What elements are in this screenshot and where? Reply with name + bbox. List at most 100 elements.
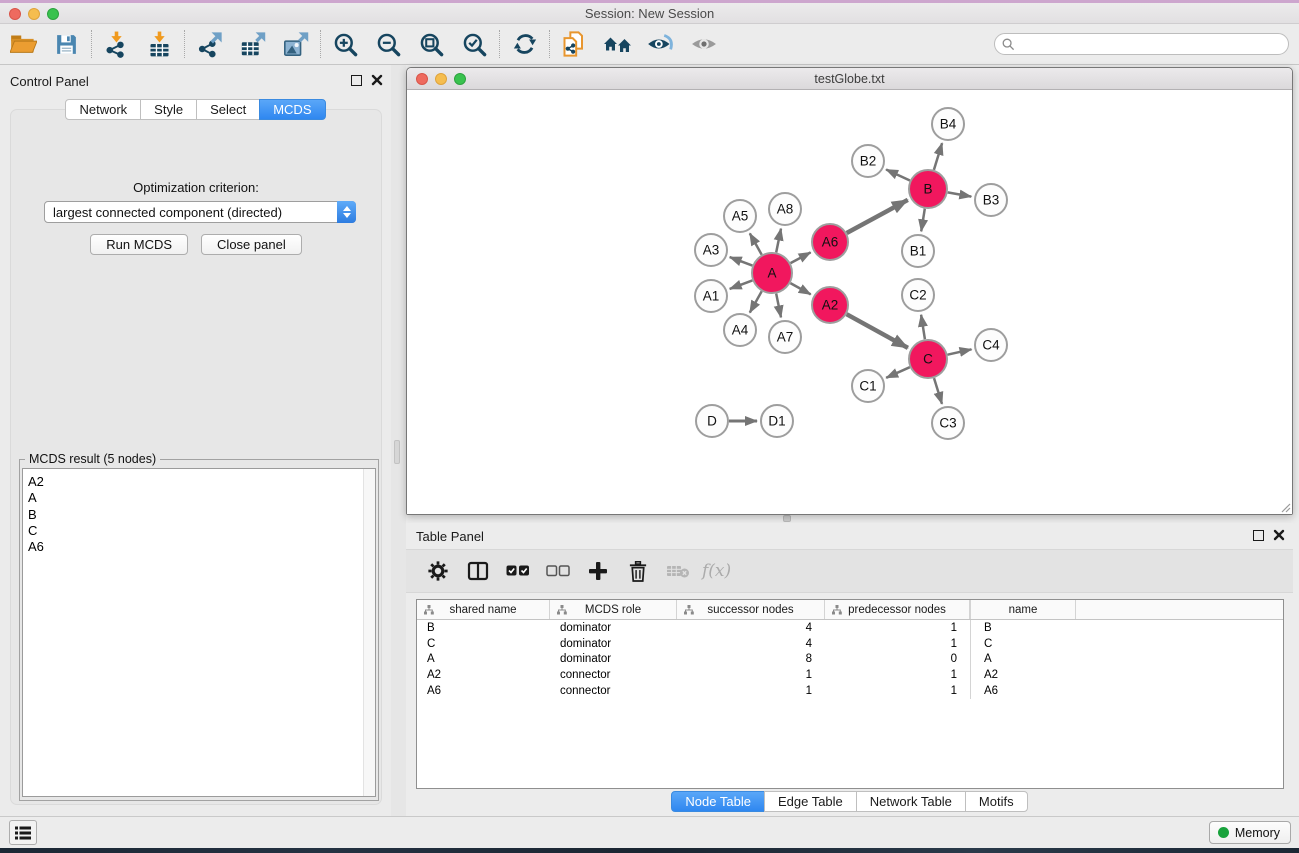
edge-C-C1[interactable] [886, 367, 910, 378]
resize-grip-icon[interactable] [1279, 501, 1291, 513]
show-column-button[interactable] [458, 554, 498, 588]
close-panel-button[interactable]: Close panel [201, 234, 302, 255]
edge-B-B4[interactable] [934, 143, 942, 170]
search-input[interactable] [1019, 35, 1288, 53]
show-panels-button[interactable] [9, 820, 37, 845]
edge-A6-B[interactable] [847, 200, 908, 233]
zoom-fit-button[interactable] [410, 28, 453, 60]
edge-C-C3[interactable] [934, 378, 942, 404]
edge-A-A8[interactable] [776, 229, 781, 253]
zoom-in-button[interactable] [324, 28, 367, 60]
table-row[interactable]: A6connector11A6 [417, 683, 1283, 699]
cell-name[interactable]: C [970, 636, 1076, 652]
cell-predecessor-nodes[interactable]: 0 [825, 652, 970, 668]
cell-successor-nodes[interactable]: 4 [677, 620, 825, 636]
edge-A-A6[interactable] [791, 252, 811, 263]
tab-network-table[interactable]: Network Table [856, 791, 966, 812]
tab-motifs[interactable]: Motifs [965, 791, 1028, 812]
hide-details-button[interactable] [682, 28, 725, 60]
optimization-criterion-dropdown[interactable]: largest connected component (directed) [44, 201, 356, 223]
column-header-MCDS-role[interactable]: MCDS role [550, 600, 677, 619]
cell-successor-nodes[interactable]: 4 [677, 636, 825, 652]
save-session-button[interactable] [45, 28, 88, 60]
cell-name[interactable]: B [970, 620, 1076, 636]
edge-A-A7[interactable] [776, 294, 781, 318]
mcds-result-list[interactable]: A2ABCA6 [22, 468, 376, 797]
function-builder-button[interactable]: f(x) [702, 561, 731, 581]
cell-shared-name[interactable]: A2 [417, 667, 550, 683]
home-view-button[interactable] [596, 28, 639, 60]
column-header-shared-name[interactable]: shared name [417, 600, 550, 619]
cell-MCDS-role[interactable]: connector [550, 683, 677, 699]
column-header-successor-nodes[interactable]: successor nodes [677, 600, 825, 619]
import-network-button[interactable] [95, 28, 138, 60]
create-column-button[interactable] [578, 554, 618, 588]
tab-mcds[interactable]: MCDS [259, 99, 325, 120]
edge-B-B3[interactable] [948, 192, 972, 196]
mcds-result-item[interactable]: A2 [28, 474, 375, 490]
cell-predecessor-nodes[interactable]: 1 [825, 683, 970, 699]
cell-shared-name[interactable]: A6 [417, 683, 550, 699]
clone-network-button[interactable] [553, 28, 596, 60]
cell-predecessor-nodes[interactable]: 1 [825, 636, 970, 652]
edge-A-A1[interactable] [730, 280, 753, 289]
mcds-list-scrollbar[interactable] [363, 469, 375, 796]
tab-style[interactable]: Style [140, 99, 197, 120]
edge-A-A3[interactable] [730, 257, 753, 266]
edge-B-B2[interactable] [886, 170, 910, 181]
edge-A-A2[interactable] [790, 283, 810, 294]
close-panel-icon[interactable] [371, 74, 383, 86]
cell-name[interactable]: A6 [970, 683, 1076, 699]
deselect-all-button[interactable] [538, 554, 578, 588]
table-row[interactable]: A2connector11A2 [417, 667, 1283, 683]
cell-MCDS-role[interactable]: dominator [550, 652, 677, 668]
cell-MCDS-role[interactable]: dominator [550, 620, 677, 636]
tab-edge-table[interactable]: Edge Table [764, 791, 857, 812]
cell-successor-nodes[interactable]: 1 [677, 667, 825, 683]
cell-name[interactable]: A2 [970, 667, 1076, 683]
table-options-button[interactable] [418, 554, 458, 588]
open-session-button[interactable] [2, 28, 45, 60]
refresh-button[interactable] [503, 28, 546, 60]
edge-C-C4[interactable] [948, 349, 972, 354]
horizontal-splitter-handle[interactable] [783, 515, 791, 522]
zoom-out-button[interactable] [367, 28, 410, 60]
select-all-button[interactable] [498, 554, 538, 588]
mcds-result-item[interactable]: A [28, 490, 375, 506]
close-table-panel-icon[interactable] [1273, 529, 1285, 541]
tab-select[interactable]: Select [196, 99, 260, 120]
column-header-predecessor-nodes[interactable]: predecessor nodes [825, 600, 970, 619]
cell-shared-name[interactable]: C [417, 636, 550, 652]
cell-MCDS-role[interactable]: dominator [550, 636, 677, 652]
delete-column-button[interactable] [618, 554, 658, 588]
float-table-panel-icon[interactable] [1253, 530, 1264, 541]
tab-node-table[interactable]: Node Table [671, 791, 765, 812]
cell-name[interactable]: A [970, 652, 1076, 668]
cell-shared-name[interactable]: A [417, 652, 550, 668]
edge-A-A4[interactable] [750, 291, 762, 312]
edge-C-C2[interactable] [921, 315, 925, 339]
cell-shared-name[interactable]: B [417, 620, 550, 636]
edge-A-A5[interactable] [750, 233, 762, 254]
cell-successor-nodes[interactable]: 8 [677, 652, 825, 668]
network-window-titlebar[interactable]: testGlobe.txt [407, 68, 1292, 90]
network-graph[interactable]: AA1A2A3A4A5A6A7A8BB1B2B3B4CC1C2C3C4DD1 [407, 90, 1292, 514]
splitter-handle[interactable] [394, 440, 400, 464]
table-row[interactable]: Bdominator41B [417, 620, 1283, 636]
edge-A2-C[interactable] [847, 314, 908, 348]
edge-B-B1[interactable] [921, 209, 925, 232]
memory-button[interactable]: Memory [1209, 821, 1291, 844]
vertical-splitter[interactable] [391, 65, 406, 816]
toggle-graphics-details-button[interactable] [639, 28, 682, 60]
run-mcds-button[interactable]: Run MCDS [90, 234, 188, 255]
tab-network[interactable]: Network [65, 99, 141, 120]
export-table-button[interactable] [231, 28, 274, 60]
cell-successor-nodes[interactable]: 1 [677, 683, 825, 699]
network-canvas[interactable]: AA1A2A3A4A5A6A7A8BB1B2B3B4CC1C2C3C4DD1 [407, 90, 1292, 514]
import-table-button[interactable] [138, 28, 181, 60]
mcds-result-item[interactable]: C [28, 523, 375, 539]
zoom-selected-button[interactable] [453, 28, 496, 60]
column-header-name[interactable]: name [970, 600, 1076, 619]
export-image-button[interactable] [274, 28, 317, 60]
table-row[interactable]: Adominator80A [417, 652, 1283, 668]
